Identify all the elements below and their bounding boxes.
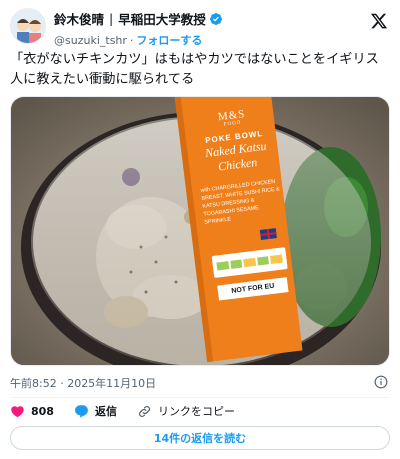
like-count: 808 bbox=[31, 404, 54, 418]
reply-label: 返信 bbox=[94, 405, 117, 418]
link-icon bbox=[139, 405, 150, 417]
info-icon[interactable] bbox=[374, 375, 388, 389]
avatar-illustration bbox=[11, 9, 45, 43]
avatar[interactable] bbox=[10, 8, 46, 44]
reply-icon bbox=[75, 404, 88, 418]
heart-icon bbox=[11, 405, 24, 417]
x-logo-icon[interactable] bbox=[370, 12, 388, 30]
tweet-photo[interactable]: M&S FOOD POKE BOWL Naked Katsu Chicken w… bbox=[10, 96, 390, 366]
author-handle[interactable]: @suzuki_tshr bbox=[54, 34, 127, 47]
copy-link-label: リンクをコピー bbox=[157, 405, 235, 418]
verified-badge-icon bbox=[209, 12, 222, 25]
read-replies-button[interactable]: 14件の返信を読む bbox=[10, 426, 390, 450]
author-block: 鈴木俊晴 | 早稲田大学教授 @suzuki_tshr · フォローする bbox=[54, 9, 334, 48]
handle-dot: · bbox=[129, 34, 134, 47]
tweet-card: 鈴木俊晴 | 早稲田大学教授 @suzuki_tshr · フォローする 「衣がない… bbox=[0, 0, 400, 459]
tweet-text: 「衣がないチキンカツ」はもはやカツではないことをイギリス人に教えたい衝動に駆られ… bbox=[10, 52, 379, 87]
author-affiliation[interactable]: 早稲田大学教授 bbox=[118, 9, 206, 28]
tweet-meta: 午前8:52 · 2025年11月10日 bbox=[10, 375, 390, 391]
reply-button[interactable]: 返信 bbox=[74, 403, 117, 419]
action-bar: 808 返信 リンクをコピー bbox=[10, 402, 390, 420]
copy-link-button[interactable]: リンクをコピー bbox=[137, 403, 235, 419]
handle-row: @suzuki_tshr · フォローする bbox=[54, 32, 334, 48]
author-name[interactable]: 鈴木俊晴 bbox=[54, 9, 104, 28]
package-description: with CHARGRILLED CHICKEN BREAST, WHITE S… bbox=[200, 178, 281, 226]
uk-flag-icon bbox=[259, 228, 277, 240]
timestamp[interactable]: 午前8:52 · 2025年11月10日 bbox=[10, 377, 156, 390]
like-button[interactable]: 808 bbox=[10, 404, 54, 419]
tweet-header: 鈴木俊晴 | 早稲田大学教授 @suzuki_tshr · フォローする bbox=[10, 8, 390, 47]
nutrition-panel bbox=[211, 247, 288, 278]
follow-button[interactable]: フォローする bbox=[136, 34, 202, 47]
name-separator: | bbox=[109, 11, 114, 26]
name-row: 鈴木俊晴 | 早稲田大学教授 bbox=[54, 9, 334, 28]
divider bbox=[10, 397, 390, 398]
